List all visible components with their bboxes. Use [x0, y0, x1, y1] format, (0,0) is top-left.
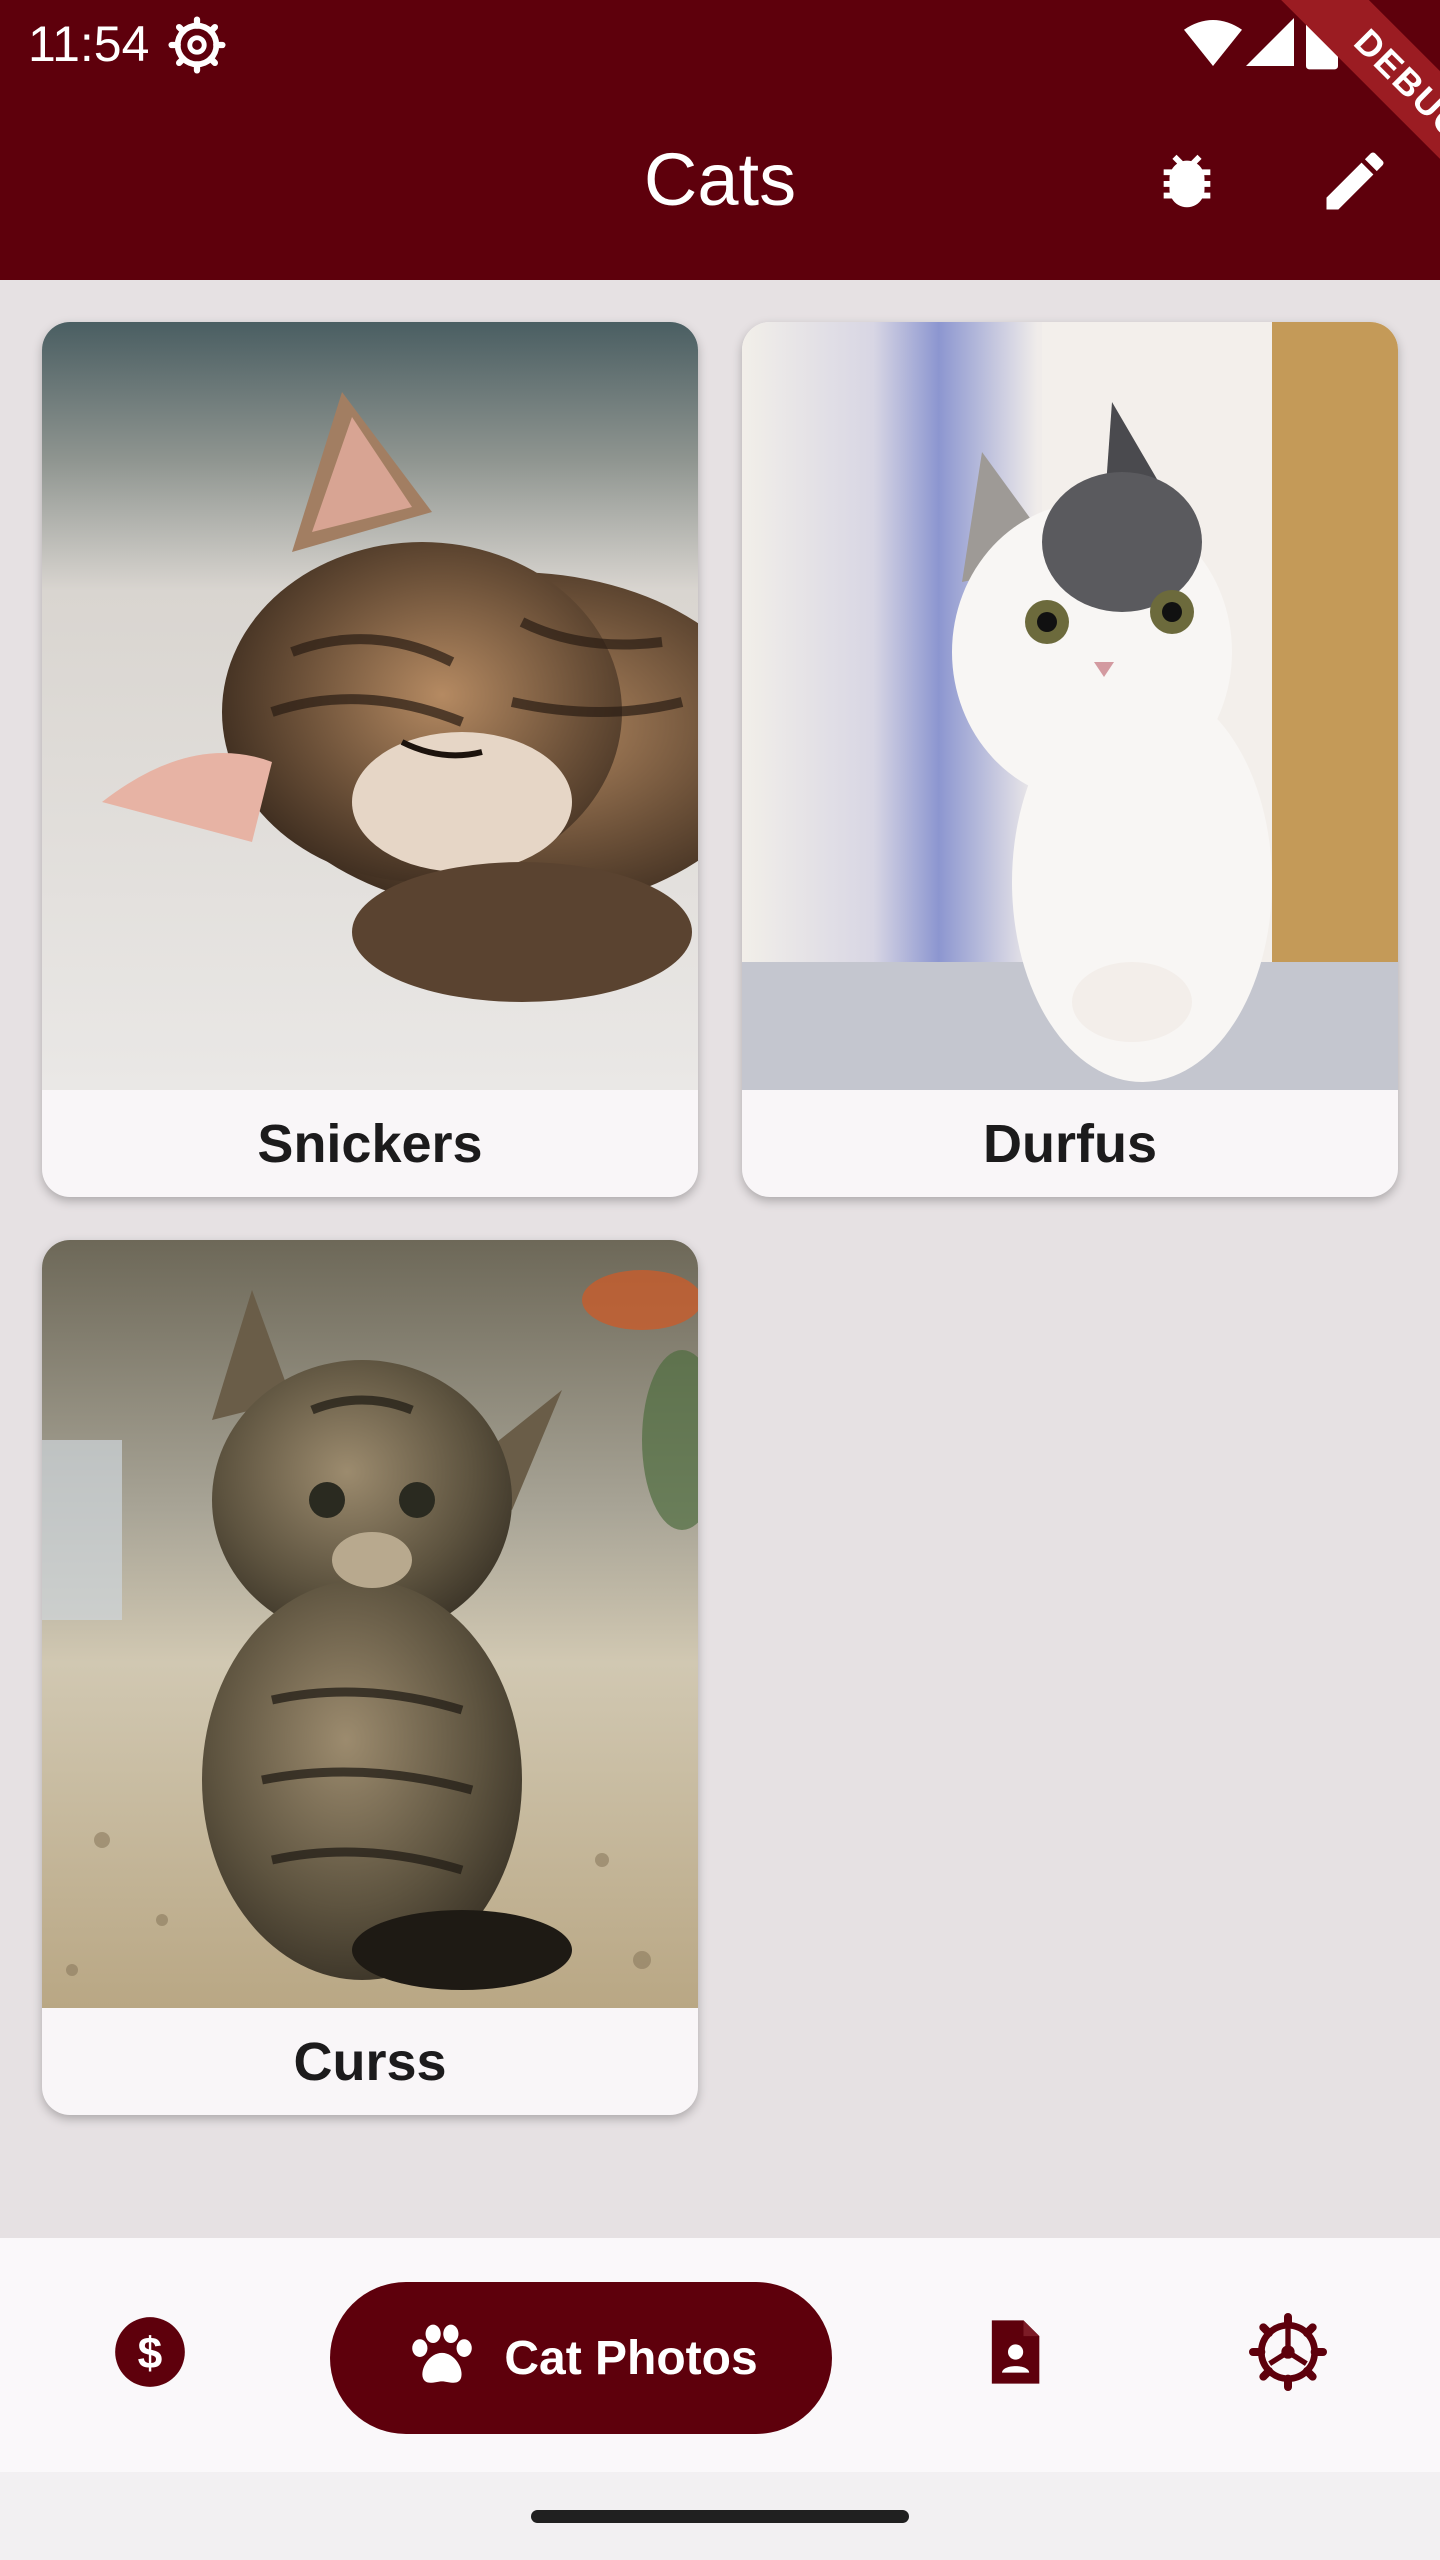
cat-photo [742, 322, 1398, 1090]
cat-card[interactable]: Curss [42, 1240, 698, 2115]
debug-button[interactable] [1142, 138, 1232, 228]
nav-item-cat-photos[interactable]: Cat Photos [330, 2282, 832, 2434]
dollar-icon: $ [112, 2314, 188, 2395]
edit-icon [1317, 143, 1393, 224]
cat-photo [42, 1240, 698, 2008]
app-header: 11:54 DEBUG Cats [0, 0, 1440, 280]
bug-icon [1152, 138, 1222, 229]
bottom-navigation: $ Cat Photos [0, 2238, 1440, 2472]
settings-icon [1248, 2312, 1328, 2397]
cat-card[interactable]: Snickers [42, 322, 698, 1197]
cat-card[interactable]: Durfus [742, 322, 1398, 1197]
wifi-icon [1184, 20, 1242, 66]
nav-item-label: Cat Photos [504, 2331, 758, 2385]
nav-item-payments[interactable]: $ [108, 2312, 192, 2396]
edit-button[interactable] [1310, 138, 1400, 228]
cat-name: Durfus [983, 1113, 1157, 1174]
paw-icon [404, 2318, 480, 2399]
document-person-icon [976, 2314, 1052, 2395]
cat-name: Curss [293, 2031, 447, 2092]
svg-text:$: $ [138, 2328, 163, 2377]
cat-name: Snickers [257, 1113, 483, 1174]
status-time: 11:54 [28, 16, 150, 72]
home-indicator[interactable] [531, 2510, 909, 2523]
nav-item-settings[interactable] [1246, 2312, 1330, 2396]
nav-item-documents[interactable] [972, 2312, 1056, 2396]
settings-status-icon [168, 16, 226, 74]
signal-icon [1246, 18, 1294, 66]
cat-photo [42, 322, 698, 1090]
